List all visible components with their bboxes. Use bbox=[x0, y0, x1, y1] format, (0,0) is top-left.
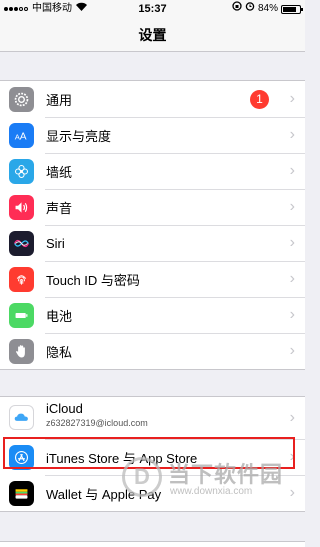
text-size-icon: AA bbox=[9, 123, 34, 148]
settings-row-touch-id[interactable]: Touch ID 与密码 › bbox=[0, 261, 305, 297]
settings-row-siri[interactable]: Siri › bbox=[0, 225, 305, 261]
nav-bar: 设置 bbox=[0, 18, 305, 52]
svg-text:A: A bbox=[20, 132, 27, 143]
wallet-icon bbox=[9, 481, 34, 506]
watermark: D 当下软件园 www.downxia.com bbox=[122, 453, 300, 503]
speaker-icon bbox=[9, 195, 34, 220]
rotation-lock-icon bbox=[232, 0, 242, 18]
icloud-label-stack: iCloud z632827319@icloud.com bbox=[46, 401, 148, 428]
next-group-peek bbox=[0, 541, 305, 547]
icloud-account-email: z632827319@icloud.com bbox=[46, 418, 148, 428]
chevron-right-icon: › bbox=[289, 198, 295, 215]
watermark-logo-icon: D bbox=[122, 457, 162, 497]
settings-row-label: 电池 bbox=[46, 308, 73, 324]
flower-icon bbox=[9, 159, 34, 184]
chevron-right-icon: › bbox=[289, 234, 295, 251]
siri-icon bbox=[9, 231, 34, 256]
settings-row-icloud[interactable]: iCloud z632827319@icloud.com › bbox=[0, 397, 305, 439]
settings-row-battery[interactable]: 电池 › bbox=[0, 297, 305, 333]
settings-row-privacy[interactable]: 隐私 › bbox=[0, 333, 305, 369]
watermark-title: 当下软件园 bbox=[168, 462, 284, 487]
settings-row-wallpaper[interactable]: 墙纸 › bbox=[0, 153, 305, 189]
settings-row-label: 通用 bbox=[46, 92, 73, 108]
hand-icon bbox=[9, 339, 34, 364]
settings-row-label: 声音 bbox=[46, 200, 73, 216]
status-bar: 中国移动 15:37 84% bbox=[0, 0, 305, 18]
fingerprint-icon bbox=[9, 267, 34, 292]
chevron-right-icon: › bbox=[289, 306, 295, 323]
settings-row-display[interactable]: AA 显示与亮度 › bbox=[0, 117, 305, 153]
chevron-right-icon: › bbox=[289, 342, 295, 359]
settings-row-label: iCloud bbox=[46, 401, 83, 416]
chevron-right-icon: › bbox=[289, 270, 295, 287]
battery-icon bbox=[9, 303, 34, 328]
notification-badge: 1 bbox=[250, 90, 269, 109]
chevron-right-icon: › bbox=[289, 90, 295, 107]
chevron-right-icon: › bbox=[289, 409, 295, 426]
settings-row-label: Touch ID 与密码 bbox=[46, 272, 140, 288]
status-right: 84% bbox=[232, 0, 303, 18]
settings-row-sounds[interactable]: 声音 › bbox=[0, 189, 305, 225]
watermark-url: www.downxia.com bbox=[170, 486, 253, 497]
settings-row-label: Siri bbox=[46, 235, 65, 251]
settings-group-main: 通用 1 › AA 显示与亮度 › 墙纸 › 声音 › Siri › Touch… bbox=[0, 80, 305, 370]
chevron-right-icon: › bbox=[289, 126, 295, 143]
battery-percent: 84% bbox=[257, 3, 278, 14]
page-title: 设置 bbox=[138, 27, 167, 43]
cloud-icon bbox=[9, 405, 34, 430]
alarm-icon bbox=[245, 0, 255, 18]
battery-icon bbox=[281, 4, 303, 14]
settings-row-general[interactable]: 通用 1 › bbox=[0, 81, 305, 117]
settings-row-label: 隐私 bbox=[46, 344, 73, 360]
settings-row-label: 显示与亮度 bbox=[46, 128, 112, 144]
chevron-right-icon: › bbox=[289, 162, 295, 179]
gear-icon bbox=[9, 87, 34, 112]
settings-row-label: 墙纸 bbox=[46, 164, 73, 180]
